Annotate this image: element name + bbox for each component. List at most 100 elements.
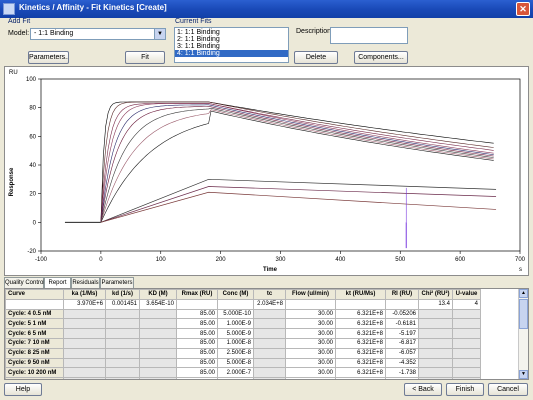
- description-field[interactable]: [330, 27, 408, 44]
- column-header[interactable]: Chi² (RU²): [418, 289, 453, 300]
- fit-list-item-selected[interactable]: 4: 1:1 Binding: [175, 50, 288, 57]
- table-cell: 6.321E+8: [335, 337, 386, 349]
- sensorgram-curve: [100, 186, 497, 223]
- column-header[interactable]: kd (1/s): [105, 289, 140, 300]
- table-cell: 5.000E-7: [217, 377, 254, 379]
- components-button[interactable]: Components...: [354, 51, 408, 64]
- table-row[interactable]: Cycle: 5 1 nM 85.00 1.000E-9 30.00 6.321E+8-…: [5, 318, 481, 330]
- table-cell: [217, 298, 254, 310]
- delete-button[interactable]: Delete: [294, 51, 338, 64]
- y-tick-label: 0: [33, 220, 37, 226]
- table-row[interactable]: Cycle: 6 5 nM 85.00 5.000E-9 30.00 6.321E+8-…: [5, 328, 481, 339]
- table-header-row: Curve ka (1/Ms) kd (1/s) KD (M) Rmax (RU) Con…: [5, 289, 481, 300]
- cancel-button[interactable]: Cancel: [488, 383, 528, 396]
- current-fits-list[interactable]: 1: 1:1 Binding 2: 1:1 Binding 3: 1:1 Bin…: [174, 27, 289, 63]
- row-label: Cycle: 9 50 nM: [5, 357, 64, 369]
- table-cell: 85.00: [176, 347, 218, 359]
- table-cell: 30.00: [285, 328, 336, 339]
- column-header[interactable]: Rmax (RU): [176, 289, 218, 300]
- table-cell: 85.00: [176, 328, 218, 339]
- parameters-button[interactable]: Parameters...: [28, 51, 69, 64]
- sensorgram-curve: [100, 101, 494, 223]
- table-cell: [253, 377, 286, 379]
- table-cell: [452, 337, 481, 349]
- column-header[interactable]: KD (M): [139, 289, 177, 300]
- table-summary-row[interactable]: 3.970E+6 0.001451 3.654E-10 2.034E+8 13.4 4: [5, 298, 481, 310]
- table-scrollbar[interactable]: ▲ ▼: [518, 289, 528, 379]
- y-tick-label: 20: [29, 192, 36, 198]
- table-cell: [253, 357, 286, 369]
- y-tick-label: 100: [26, 77, 37, 83]
- fit-button[interactable]: Fit: [125, 51, 165, 64]
- table-cell: [63, 308, 106, 320]
- title-bar: Kinetics / Affinity - Fit Kinetics [Crea…: [0, 0, 533, 18]
- table-cell: [418, 337, 453, 349]
- table-cell: [105, 347, 140, 359]
- fit-list-item[interactable]: 1: 1:1 Binding: [175, 29, 288, 36]
- x-tick-label: 0: [99, 257, 103, 263]
- column-header[interactable]: kt (RU/Ms): [335, 289, 386, 300]
- tab-quality-control[interactable]: Quality Control: [4, 277, 45, 288]
- model-select-value: - 1:1 Binding: [34, 30, 74, 37]
- chevron-down-icon[interactable]: ▼: [154, 29, 165, 39]
- table-row[interactable]: Cycle: 11 500 nM 85.005.000E-7 30.006.321E…: [5, 377, 481, 379]
- sensorgram-curve: [100, 107, 494, 223]
- table-cell: [139, 377, 177, 379]
- table-cell: [418, 377, 453, 379]
- y-tick-label: 80: [29, 106, 36, 112]
- table-cell: -1.400: [385, 377, 419, 379]
- table-row[interactable]: Cycle: 10 200 nM 85.00 2.000E-7 30.00 6.321E…: [5, 367, 481, 379]
- table-row[interactable]: Cycle: 8 25 nM 85.00 2.500E-8 30.00 6.321E+8…: [5, 347, 481, 359]
- add-fit-section-label: Add Fit: [8, 18, 31, 25]
- table-cell: 85.00: [176, 308, 218, 320]
- scroll-up-icon[interactable]: ▲: [519, 289, 528, 298]
- table-cell: [105, 328, 140, 339]
- column-header[interactable]: U-value: [452, 289, 481, 300]
- table-cell: [452, 308, 481, 320]
- tab-residuals[interactable]: Residuals: [71, 277, 100, 288]
- table-cell: 3.970E+6: [63, 298, 106, 310]
- sensorgram-curve: [100, 191, 497, 223]
- finish-button[interactable]: Finish: [446, 383, 484, 396]
- tab-parameters[interactable]: Parameters: [100, 277, 134, 288]
- table-cell: 85.00: [176, 367, 218, 379]
- table-cell: [63, 347, 106, 359]
- table-row[interactable]: Cycle: 9 50 nM 85.00 5.000E-8 30.00 6.321E+8…: [5, 357, 481, 369]
- column-header[interactable]: Flow (ul/min): [285, 289, 336, 300]
- table-cell: [139, 308, 177, 320]
- current-fits-section-label: Current Fits: [175, 18, 212, 25]
- table-cell: 30.00: [285, 347, 336, 359]
- fit-list-item[interactable]: 2: 1:1 Binding: [175, 36, 288, 43]
- table-cell: [418, 328, 453, 339]
- table-cell: [63, 328, 106, 339]
- row-label: Cycle: 5 1 nM: [5, 318, 64, 330]
- table-cell: 0.001451: [105, 298, 140, 310]
- close-button[interactable]: ✕: [516, 2, 530, 16]
- column-header[interactable]: ka (1/Ms): [63, 289, 106, 300]
- table-cell: [63, 337, 106, 349]
- chart-svg: RU Response Time s -100 0 100 200 300 400 500 6…: [9, 70, 526, 273]
- table-cell: [452, 377, 481, 379]
- back-button[interactable]: < Back: [404, 383, 442, 396]
- table-cell: 4: [452, 298, 481, 310]
- column-header[interactable]: RI (RU): [385, 289, 419, 300]
- scroll-thumb[interactable]: [519, 299, 528, 329]
- table-row[interactable]: Cycle: 7 10 nM 85.00 1.000E-8 30.00 6.321E+8…: [5, 337, 481, 349]
- table-cell: 30.00: [285, 357, 336, 369]
- table-cell: -0.05206: [385, 308, 419, 320]
- model-label: Model:: [8, 30, 30, 37]
- column-header[interactable]: Conc (M): [217, 289, 254, 300]
- table-row[interactable]: Cycle: 4 0.5 nM 85.00 5.000E-10 30.00 6.321E…: [5, 308, 481, 320]
- table-cell: -1.738: [385, 367, 419, 379]
- help-button[interactable]: Help: [4, 383, 42, 396]
- column-header[interactable]: Curve: [5, 289, 64, 300]
- model-select[interactable]: - 1:1 Binding ▼: [30, 28, 166, 40]
- table-cell: 30.00: [285, 337, 336, 349]
- column-header[interactable]: tc: [253, 289, 286, 300]
- fit-list-item[interactable]: 3: 1:1 Binding: [175, 43, 288, 50]
- table-cell: [253, 328, 286, 339]
- x-tick-label: 300: [275, 257, 286, 263]
- scroll-down-icon[interactable]: ▼: [519, 370, 528, 379]
- table-cell: [253, 337, 286, 349]
- table-cell: [452, 328, 481, 339]
